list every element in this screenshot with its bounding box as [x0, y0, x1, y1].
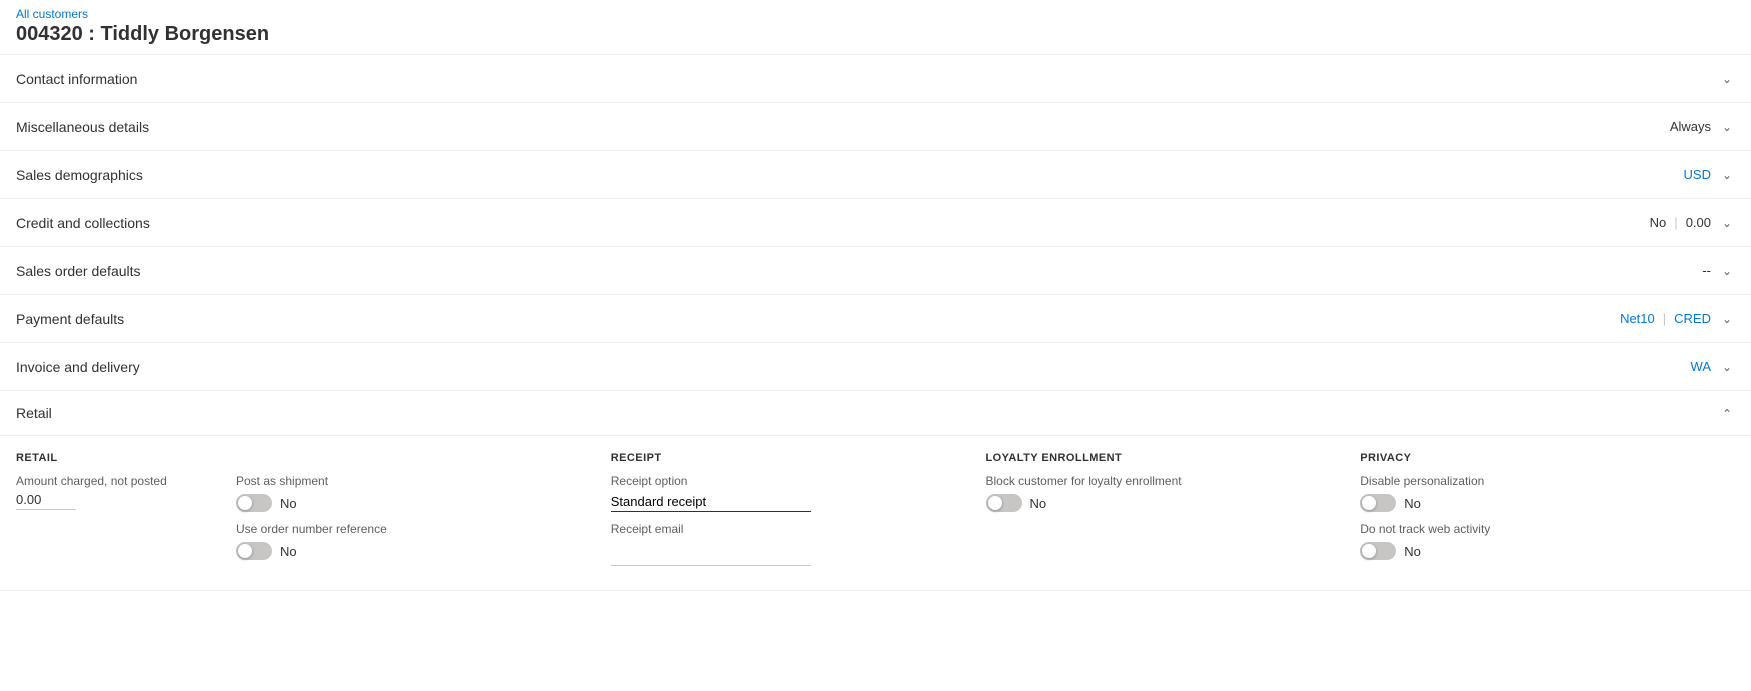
privacy-col: PRIVACY Disable personalization No Do no… [1360, 452, 1735, 566]
loyalty-col-header: LOYALTY ENROLLMENT [986, 452, 1329, 464]
section-sales-demo[interactable]: Sales demographics USD ⌄ [0, 151, 1751, 199]
section-misc[interactable]: Miscellaneous details Always ⌄ [0, 103, 1751, 151]
receipt-email-value-container [611, 540, 954, 566]
section-title-invoice: Invoice and delivery [16, 359, 1691, 375]
post-as-shipment-toggle-row: No [236, 494, 579, 512]
disable-personalization-value: No [1404, 496, 1421, 511]
main-container: All customers 004320 : Tiddly Borgensen … [0, 0, 1751, 691]
block-loyalty-toggle[interactable] [986, 494, 1022, 512]
post-as-shipment-toggle[interactable] [236, 494, 272, 512]
disable-personalization-toggle-row: No [1360, 494, 1703, 512]
section-meta-payment: Net10 | CRED [1620, 311, 1711, 326]
retail-col: RETAIL Amount charged, not posted 0.00 [16, 452, 236, 566]
section-meta-sales-order: -- [1702, 263, 1711, 278]
section-title-retail: Retail [16, 405, 1719, 421]
chevron-up-icon-retail: ⌄ [1719, 406, 1735, 420]
post-as-shipment-value: No [280, 496, 297, 511]
section-sales-order[interactable]: Sales order defaults -- ⌄ [0, 247, 1751, 295]
disable-personalization-toggle[interactable] [1360, 494, 1396, 512]
page-title: 004320 : Tiddly Borgensen [0, 23, 1751, 54]
misc-meta-always: Always [1670, 119, 1711, 134]
section-credit[interactable]: Credit and collections No | 0.00 ⌄ [0, 199, 1751, 247]
amount-value: 0.00 [16, 492, 76, 510]
retail-section-header[interactable]: Retail ⌄ [0, 391, 1751, 436]
use-order-ref-toggle[interactable] [236, 542, 272, 560]
section-title-payment: Payment defaults [16, 311, 1620, 327]
section-meta-credit: No | 0.00 [1650, 215, 1711, 230]
use-order-ref-value: No [280, 544, 297, 559]
block-label: Block customer for loyalty enrollment [986, 474, 1329, 488]
section-payment[interactable]: Payment defaults Net10 | CRED ⌄ [0, 295, 1751, 343]
post-as-shipment-label: Post as shipment [236, 474, 579, 488]
section-title-credit: Credit and collections [16, 215, 1650, 231]
payment-meta-net10: Net10 [1620, 311, 1655, 326]
retail-col-header: RETAIL [16, 452, 204, 464]
retail-section: Retail ⌄ RETAIL Amount charged, not post… [0, 391, 1751, 591]
chevron-down-icon-credit: ⌄ [1719, 216, 1735, 230]
block-value: No [1030, 496, 1047, 511]
retail-content: RETAIL Amount charged, not posted 0.00 ​… [0, 436, 1751, 590]
use-order-ref-toggle-row: No [236, 542, 579, 560]
chevron-down-icon-sales-order: ⌄ [1719, 264, 1735, 278]
disable-personalization-label: Disable personalization [1360, 474, 1703, 488]
chevron-down-icon-invoice: ⌄ [1719, 360, 1735, 374]
receipt-email-label: Receipt email [611, 522, 954, 536]
invoice-meta-wa: WA [1691, 359, 1711, 374]
breadcrumb-link[interactable]: All customers [16, 7, 88, 21]
section-meta-invoice: WA [1691, 359, 1711, 374]
chevron-down-icon-payment: ⌄ [1719, 312, 1735, 326]
section-meta-misc: Always [1670, 119, 1711, 134]
use-order-ref-label: Use order number reference [236, 522, 579, 536]
payment-meta-cred: CRED [1674, 311, 1711, 326]
do-not-track-toggle-row: No [1360, 542, 1703, 560]
chevron-down-icon-misc: ⌄ [1719, 120, 1735, 134]
block-toggle-row: No [986, 494, 1329, 512]
receipt-option-value-container [611, 492, 954, 512]
section-title-sales-order: Sales order defaults [16, 263, 1702, 279]
chevron-down-icon-sales-demo: ⌄ [1719, 168, 1735, 182]
receipt-email-input[interactable] [611, 546, 811, 566]
section-contact[interactable]: Contact information ⌄ [0, 55, 1751, 103]
chevron-down-icon-contact: ⌄ [1719, 72, 1735, 86]
section-title-contact: Contact information [16, 71, 1711, 87]
receipt-col-header: RECEIPT [611, 452, 954, 464]
section-title-misc: Miscellaneous details [16, 119, 1670, 135]
section-meta-sales-demo: USD [1684, 167, 1711, 182]
do-not-track-toggle[interactable] [1360, 542, 1396, 560]
privacy-col-header: PRIVACY [1360, 452, 1703, 464]
loyalty-col: LOYALTY ENROLLMENT Block customer for lo… [986, 452, 1361, 566]
receipt-option-input[interactable] [611, 492, 811, 512]
shipment-col: ​ Post as shipment No Use order number r… [236, 452, 611, 566]
payment-meta-divider: | [1663, 311, 1666, 326]
sales-order-meta-dash: -- [1702, 263, 1711, 278]
amount-label: Amount charged, not posted [16, 474, 204, 488]
credit-meta-no: No [1650, 215, 1667, 230]
credit-meta-amount: 0.00 [1686, 215, 1711, 230]
do-not-track-value: No [1404, 544, 1421, 559]
do-not-track-label: Do not track web activity [1360, 522, 1703, 536]
sales-demo-meta-usd: USD [1684, 167, 1711, 182]
breadcrumb-bar: All customers [0, 0, 1751, 23]
receipt-option-label: Receipt option [611, 474, 954, 488]
receipt-col: RECEIPT Receipt option Receipt email [611, 452, 986, 566]
section-title-sales-demo: Sales demographics [16, 167, 1684, 183]
credit-meta-divider: | [1674, 215, 1677, 230]
section-invoice[interactable]: Invoice and delivery WA ⌄ [0, 343, 1751, 391]
